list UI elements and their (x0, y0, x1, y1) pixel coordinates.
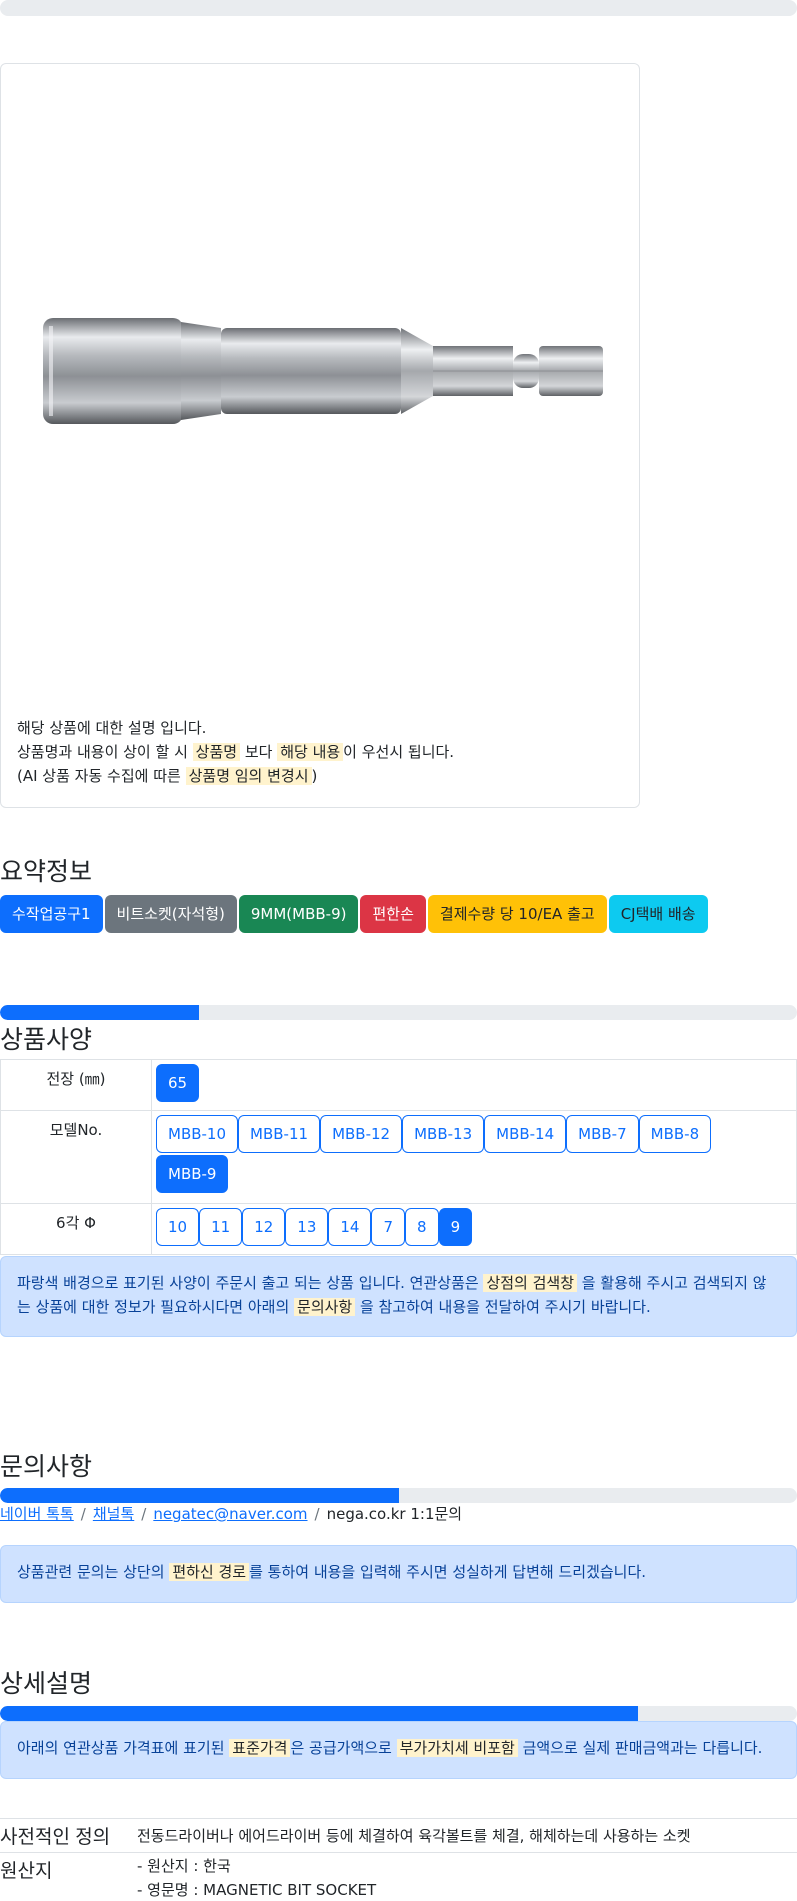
spec-options-model: MBB-10 MBB-11 MBB-12 MBB-13 MBB-14 MBB-7 MBB-8… (151, 1110, 797, 1204)
origin-country: - 원산지 : 한국 (137, 1857, 231, 1875)
notice-highlight-inquiry: 문의사항 (294, 1298, 356, 1316)
option-hex[interactable]: 10 (156, 1208, 200, 1246)
desc-text: (AI 상품 자동 수집에 따른 (17, 767, 186, 785)
notice-text: 를 통하여 내용을 입력해 주시면 성실하게 답변해 드리겠습니다. (249, 1563, 647, 1581)
notice-text: 파랑색 배경으로 표기된 사양이 주문시 출고 되는 상품 입니다. 연관상품은 (17, 1274, 484, 1292)
origin-value: - 원산지 : 한국 - 영문명 : MAGNETIC BIT SOCKET (137, 1854, 376, 1901)
separator: / (141, 1505, 147, 1523)
option-hex[interactable]: 14 (328, 1208, 372, 1246)
notice-highlight-search: 상점의 검색창 (483, 1274, 578, 1292)
specs-notice: 파랑색 배경으로 표기된 사양이 주문시 출고 되는 상품 입니다. 연관상품은… (0, 1256, 797, 1337)
badge-brand: 편한손 (360, 895, 426, 933)
spec-options-hex: 10 11 12 13 14 7 8 9 (151, 1203, 797, 1255)
origin-row: 원산지 - 원산지 : 한국 - 영문명 : MAGNETIC BIT SOCK… (0, 1852, 797, 1901)
option-hex[interactable]: 11 (199, 1208, 243, 1246)
inquiry-progress-bar (0, 1488, 797, 1503)
badge-size: 9MM(MBB-9) (238, 895, 359, 933)
option-length-65[interactable]: 65 (156, 1064, 200, 1102)
notice-text: 아래의 연관상품 가격표에 표기된 (17, 1739, 230, 1757)
definition-key: 사전적인 정의 (0, 1827, 111, 1848)
specs-title: 상품사양 (0, 1026, 93, 1054)
option-model[interactable]: MBB-12 (320, 1115, 403, 1153)
specs-progress-fill (0, 1005, 200, 1020)
notice-highlight-route: 편하신 경로 (169, 1563, 250, 1581)
summary-title: 요약정보 (0, 858, 93, 886)
product-description: 해당 상품에 대한 설명 입니다. 상품명과 내용이 상이 할 시 상품명 보다… (17, 716, 454, 788)
specs-progress-bar (0, 1005, 797, 1020)
channel-talk-link[interactable]: 채널톡 (93, 1505, 134, 1523)
inquiry-notice: 상품관련 문의는 상단의 편하신 경로 를 통하여 내용을 입력해 주시면 성실하… (0, 1545, 797, 1603)
detail-title: 상세설명 (0, 1670, 93, 1698)
option-model[interactable]: MBB-11 (238, 1115, 321, 1153)
badge-type: 비트소켓(자석형) (104, 895, 237, 933)
option-model[interactable]: MBB-13 (402, 1115, 485, 1153)
spec-key-length: 전장 (㎜) (0, 1059, 152, 1111)
notice-highlight-vat: 부가가치세 비포함 (396, 1739, 518, 1757)
desc-line-2: 상품명과 내용이 상이 할 시 상품명 보다 해당 내용 이 우선시 됩니다. (17, 740, 454, 764)
option-hex[interactable]: 13 (285, 1208, 329, 1246)
desc-text: 상품명과 내용이 상이 할 시 (17, 743, 193, 761)
spec-key-hex: 6각 Φ (0, 1203, 152, 1255)
separator: / (314, 1505, 320, 1523)
separator: / (80, 1505, 86, 1523)
summary-badges: 수작업공구1 비트소켓(자석형) 9MM(MBB-9) 편한손 결제수량 당 1… (0, 895, 710, 933)
spec-table: 전장 (㎜) 65 모델No. MBB-10 MBB-11 MBB-12 MBB-13… (0, 1059, 797, 1255)
origin-english-name: - 영문명 : MAGNETIC BIT SOCKET (137, 1881, 377, 1899)
inquiry-progress-fill (0, 1488, 399, 1503)
desc-highlight-rename: 상품명 임의 변경시 (185, 767, 312, 785)
badge-quantity: 결제수량 당 10/EA 출고 (427, 895, 607, 933)
spec-row-hex: 6각 Φ 10 11 12 13 14 7 8 9 (0, 1203, 797, 1255)
website-inquiry-text: nega.co.kr 1:1문의 (326, 1505, 463, 1523)
spec-row-model: 모델No. MBB-10 MBB-11 MBB-12 MBB-13 MBB-14 MBB-… (0, 1110, 797, 1204)
desc-line-3: (AI 상품 자동 수집에 따른 상품명 임의 변경시) (17, 764, 454, 788)
option-model[interactable]: MBB-10 (156, 1115, 239, 1153)
definition-value: 전동드라이버나 에어드라이버 등에 체결하여 육각볼트를 체결, 해체하는데 사… (137, 1827, 691, 1845)
option-hex[interactable]: 12 (242, 1208, 286, 1246)
desc-text: 보다 (240, 743, 278, 761)
definition-row: 사전적인 정의 전동드라이버나 에어드라이버 등에 체결하여 육각볼트를 체결,… (0, 1818, 797, 1852)
desc-text: ) (311, 767, 318, 785)
notice-highlight-standard-price: 표준가격 (229, 1739, 291, 1757)
detail-progress-fill (0, 1706, 638, 1721)
naver-talk-link[interactable]: 네이버 톡톡 (0, 1505, 74, 1523)
option-model-selected[interactable]: MBB-9 (156, 1155, 229, 1193)
detail-progress-bar (0, 1706, 797, 1721)
origin-key: 원산지 (0, 1861, 53, 1882)
option-hex[interactable]: 7 (371, 1208, 406, 1246)
notice-text: 은 공급가액으로 (290, 1739, 397, 1757)
spec-options-length: 65 (151, 1059, 797, 1111)
desc-text: 이 우선시 됩니다. (343, 743, 455, 761)
notice-text: 금액으로 실제 판매금액과는 다릅니다. (517, 1739, 763, 1757)
notice-text: 상품관련 문의는 상단의 (17, 1563, 170, 1581)
email-link[interactable]: negatec@naver.com (153, 1505, 307, 1523)
product-card: 해당 상품에 대한 설명 입니다. 상품명과 내용이 상이 할 시 상품명 보다… (0, 63, 640, 808)
option-model[interactable]: MBB-8 (638, 1115, 712, 1153)
inquiry-title: 문의사항 (0, 1453, 93, 1481)
option-hex-selected[interactable]: 9 (438, 1208, 473, 1246)
detail-notice: 아래의 연관상품 가격표에 표기된 표준가격 은 공급가액으로 부가가치세 비포함… (0, 1721, 797, 1779)
top-placeholder-bar (0, 0, 797, 16)
hex-bit-socket-image (43, 318, 603, 424)
badge-category: 수작업공구1 (0, 895, 103, 933)
desc-line-1: 해당 상품에 대한 설명 입니다. (17, 719, 207, 737)
option-hex[interactable]: 8 (405, 1208, 439, 1246)
option-model[interactable]: MBB-14 (484, 1115, 567, 1153)
spec-row-length: 전장 (㎜) 65 (0, 1059, 797, 1111)
desc-highlight-content: 해당 내용 (277, 743, 344, 761)
spec-key-model: 모델No. (0, 1110, 152, 1204)
desc-highlight-name: 상품명 (192, 743, 241, 761)
option-model[interactable]: MBB-7 (566, 1115, 639, 1153)
notice-text: 을 참고하여 내용을 전달하여 주시기 바랍니다. (355, 1298, 651, 1316)
inquiry-channels: 네이버 톡톡 / 채널톡 / negatec@naver.com / nega.co.kr … (0, 1503, 462, 1524)
badge-shipping: CJ택배 배송 (608, 895, 708, 933)
